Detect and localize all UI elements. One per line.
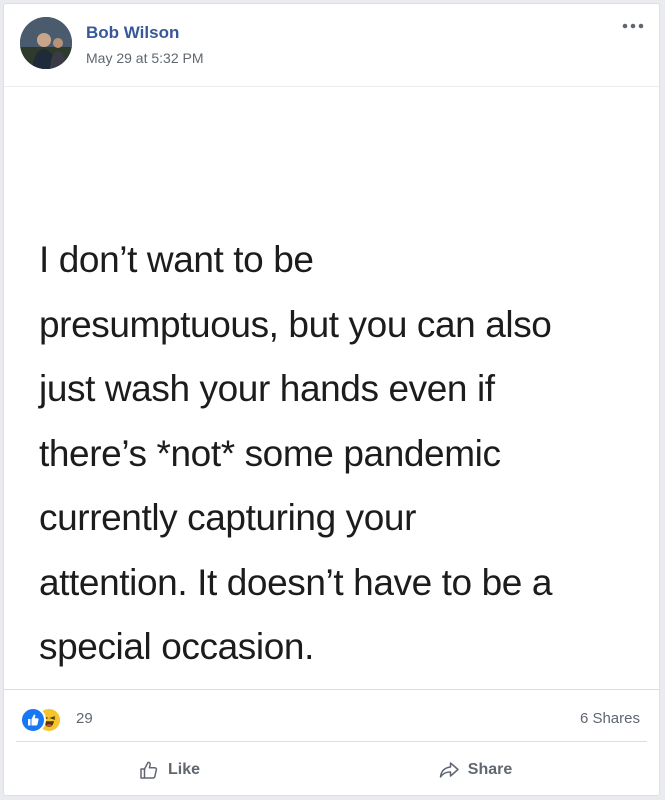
quote-text: I don’t want to be presumptuous, but you… <box>39 228 639 680</box>
like-reaction-icon <box>20 707 46 733</box>
post-header: Bob Wilson May 29 at 5:32 PM <box>4 4 659 86</box>
share-label: Share <box>467 761 513 778</box>
post-timestamp[interactable]: May 29 at 5:32 PM <box>86 50 204 66</box>
quote-line: there’s *not* some pandemic <box>39 432 501 474</box>
post-card: Bob Wilson May 29 at 5:32 PM I don’t wan… <box>3 3 660 796</box>
quote-line: just wash your hands even if <box>39 368 495 409</box>
post-actions-bar: Like Share <box>16 741 647 795</box>
quote-line: presumptuous, but you can also <box>39 303 552 345</box>
author-name[interactable]: Bob Wilson <box>86 23 179 43</box>
author-avatar[interactable] <box>20 17 72 69</box>
thumbs-up-icon <box>138 759 160 781</box>
shares-count[interactable]: 6 Shares <box>580 710 640 727</box>
post-stats-bar: 29 6 Shares <box>4 689 659 742</box>
quote-line: special occasion. <box>39 626 314 667</box>
post-image[interactable]: I don’t want to be presumptuous, but you… <box>4 86 659 690</box>
more-options-icon[interactable] <box>619 16 647 36</box>
quote-line: I don’t want to be <box>39 239 314 280</box>
share-arrow-icon <box>438 759 460 781</box>
like-button[interactable]: Like <box>16 750 322 790</box>
reaction-count[interactable]: 29 <box>76 710 93 727</box>
quote-line: currently capturing your <box>39 497 417 538</box>
share-button[interactable]: Share <box>322 750 628 790</box>
avatar-photo <box>20 17 72 69</box>
quote-line: attention. It doesn’t have to be a <box>39 561 552 603</box>
like-label: Like <box>167 761 200 778</box>
